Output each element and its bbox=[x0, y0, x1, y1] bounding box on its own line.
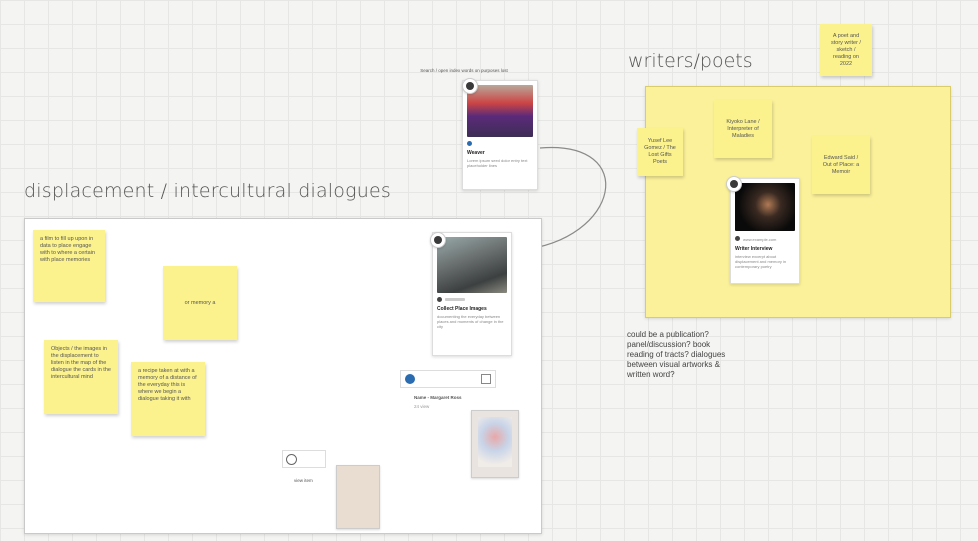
card-desc: Lorem ipsum seed dolor entry text placeh… bbox=[467, 158, 528, 168]
source-dot-icon bbox=[437, 297, 442, 302]
frame-title-writers[interactable]: writers/poets bbox=[628, 50, 753, 72]
doc-preview-image bbox=[478, 417, 512, 467]
frame-title-displacement[interactable]: displacement / intercultural dialogues bbox=[24, 180, 391, 202]
sticky-note-3[interactable]: Objects / the images in the displacement… bbox=[44, 340, 118, 414]
sticky-note-corner[interactable]: A poet and story writer / sketch / readi… bbox=[820, 24, 872, 76]
card-meta bbox=[437, 297, 507, 302]
expand-icon[interactable] bbox=[481, 374, 491, 384]
card-title: Collect Place Images bbox=[437, 306, 487, 312]
doc-toolbar[interactable] bbox=[400, 370, 496, 388]
card-meta: www.example.com bbox=[735, 235, 795, 242]
card-thumbnail bbox=[735, 183, 795, 231]
card-title: Writer Interview bbox=[735, 246, 773, 252]
meta-bar bbox=[445, 298, 465, 301]
file-thumbnail[interactable] bbox=[336, 465, 380, 529]
writers-link-card[interactable]: www.example.com Writer Interview intervi… bbox=[730, 178, 800, 284]
card-avatar-icon[interactable] bbox=[462, 78, 478, 94]
top-link-card[interactable]: Weaver Lorem ipsum seed dolor entry text… bbox=[462, 80, 538, 190]
doc-type-icon bbox=[405, 374, 415, 384]
sticky-note-writer-2[interactable]: Kiyoko Lane / Interpreter of Maladies bbox=[714, 100, 772, 158]
doc-label: Name - Margaret Ross bbox=[414, 395, 462, 400]
file-toolbar[interactable] bbox=[282, 450, 326, 468]
sticky-note-writer-3[interactable]: Edward Said / Out of Place: a Memoir bbox=[812, 136, 870, 194]
source-dot-icon bbox=[467, 141, 472, 146]
doc-thumbnail[interactable] bbox=[471, 410, 519, 478]
card-avatar-icon[interactable] bbox=[726, 176, 742, 192]
card-meta bbox=[467, 141, 533, 146]
source-dot-icon bbox=[735, 236, 740, 241]
file-type-icon bbox=[286, 453, 297, 465]
card-thumbnail bbox=[437, 237, 507, 293]
card-source: www.example.com bbox=[743, 237, 777, 242]
card-avatar-icon[interactable] bbox=[430, 232, 446, 248]
sticky-note-2[interactable]: or memory a bbox=[163, 266, 237, 340]
displacement-link-card[interactable]: Collect Place Images documenting the eve… bbox=[432, 232, 512, 356]
card-desc: documenting the everyday between places … bbox=[437, 314, 504, 329]
sticky-note-1[interactable]: a film to fill up upon in data to place … bbox=[33, 230, 105, 302]
question-note[interactable]: could be a publication? panel/discussion… bbox=[627, 330, 737, 380]
top-card-caption: Search / open index words on purposes lo… bbox=[420, 68, 508, 73]
sticky-note-4[interactable]: a recipe taken at with a memory of a dis… bbox=[131, 362, 205, 436]
card-thumbnail bbox=[467, 85, 533, 137]
doc-sublabel: 24 view bbox=[414, 404, 430, 409]
card-desc: interview excerpt about displacement and… bbox=[735, 254, 787, 269]
card-title: Weaver bbox=[467, 150, 485, 156]
file-label: view item bbox=[294, 478, 313, 483]
sticky-note-writer-1[interactable]: Yusef Lee Gomez / The Lost Gifts Poets bbox=[637, 128, 683, 176]
